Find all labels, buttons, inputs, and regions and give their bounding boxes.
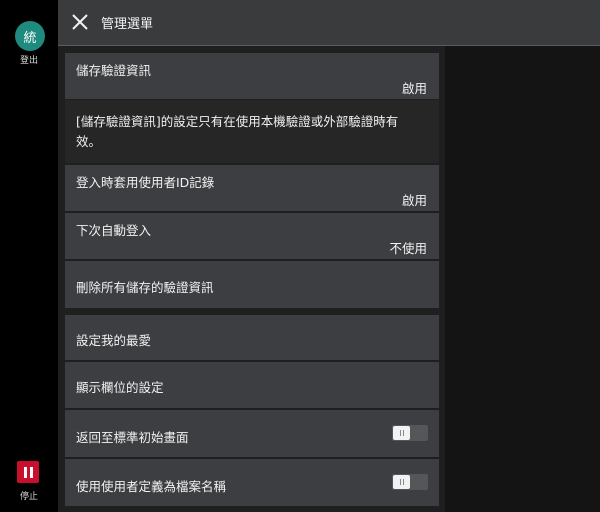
user-avatar-button[interactable]: 統 [15,21,45,51]
apply-user-id-value: 啟用 [401,193,427,208]
right-pane [445,46,600,512]
save-credentials-label: 儲存驗證資訊 [76,63,152,78]
return-home-label: 返回至標準初始畫面 [76,430,189,445]
return-home-item[interactable]: 返回至標準初始畫面 [65,410,439,457]
save-credentials-value: 啟用 [401,81,427,96]
auto-login-item[interactable]: 下次自動登入 不使用 [65,213,439,259]
display-fields-item[interactable]: 顯示欄位的設定 [65,362,439,408]
apply-user-id-item[interactable]: 登入時套用使用者ID記錄 啟用 [65,165,439,211]
user-filename-label: 使用使用者定義為檔案名稱 [76,479,227,494]
set-favorites-item[interactable]: 設定我的最愛 [65,315,439,360]
page-title: 管理選單 [101,17,154,32]
toggle-knob [393,426,410,440]
close-icon[interactable] [70,12,90,32]
auto-login-value: 不使用 [389,241,427,256]
header-bar: 管理選單 [58,0,600,46]
user-filename-toggle[interactable] [392,474,428,490]
auto-login-label: 下次自動登入 [76,223,152,238]
display-fields-label: 顯示欄位的設定 [76,380,164,395]
info-panel: [儲存驗證資訊]的設定只有在使用本機驗證或外部驗證時有效。 [65,100,439,163]
logout-label: 登出 [19,56,38,66]
stop-label: 停止 [19,492,38,502]
pause-icon-bar [29,466,33,478]
left-sidebar: 統 登出 停止 [0,0,58,512]
user-filename-item[interactable]: 使用使用者定義為檔案名稱 [65,459,439,506]
stop-button[interactable] [17,461,39,483]
save-credentials-item[interactable]: 儲存驗證資訊 啟用 [65,53,439,99]
avatar-letter: 統 [23,30,37,46]
delete-credentials-item[interactable]: 刪除所有儲存的驗證資訊 [65,261,439,308]
set-favorites-label: 設定我的最愛 [76,333,152,348]
delete-credentials-label: 刪除所有儲存的驗證資訊 [76,280,214,295]
return-home-toggle[interactable] [392,425,428,441]
pause-icon [23,466,27,478]
toggle-knob [393,475,410,489]
info-text: [儲存驗證資訊]的設定只有在使用本機驗證或外部驗證時有效。 [76,114,399,149]
apply-user-id-label: 登入時套用使用者ID記錄 [76,175,215,190]
